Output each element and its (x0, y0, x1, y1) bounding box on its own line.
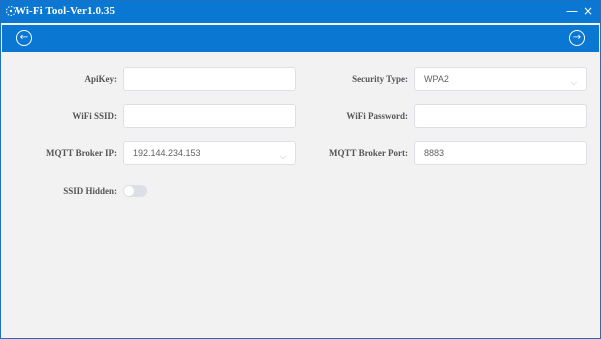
nav-bar: ← → (2, 25, 599, 52)
wifi-ssid-input[interactable] (123, 104, 296, 128)
minimize-button[interactable]: — (564, 3, 580, 19)
ssid-hidden-label: SSID Hidden: (63, 186, 117, 196)
app-window: Wi-Fi Tool-Ver1.0.35 — × ← → ApiKey: Sec… (0, 0, 601, 339)
security-type-value: WPA2 (424, 74, 449, 84)
apikey-label: ApiKey: (84, 74, 118, 84)
close-button[interactable]: × (580, 3, 596, 19)
back-arrow-icon[interactable]: ← (16, 30, 32, 46)
window-title: Wi-Fi Tool-Ver1.0.35 (15, 5, 116, 17)
toggle-knob (124, 186, 134, 196)
ssid-hidden-toggle[interactable] (123, 185, 147, 197)
mqtt-broker-port-label: MQTT Broker Port: (329, 148, 408, 158)
mqtt-broker-ip-label: MQTT Broker IP: (45, 148, 117, 158)
chevron-down-icon: ⌵ (570, 78, 577, 87)
mqtt-broker-ip-value: 192.144.234.153 (133, 148, 201, 158)
wifi-password-label: WiFi Password: (346, 111, 408, 121)
mqtt-broker-ip-select[interactable]: 192.144.234.153 ⌵ (123, 141, 296, 165)
security-type-label: Security Type: (352, 74, 408, 84)
forward-arrow-icon[interactable]: → (569, 30, 585, 46)
title-bar[interactable]: Wi-Fi Tool-Ver1.0.35 — × (1, 1, 600, 23)
wifi-password-input[interactable] (414, 104, 587, 128)
security-type-select[interactable]: WPA2 ⌵ (414, 67, 587, 91)
chevron-down-icon: ⌵ (279, 152, 286, 161)
apikey-input[interactable] (123, 67, 296, 91)
wifi-ssid-label: WiFi SSID: (72, 111, 117, 121)
mqtt-broker-port-input[interactable]: 8883 (414, 141, 587, 165)
